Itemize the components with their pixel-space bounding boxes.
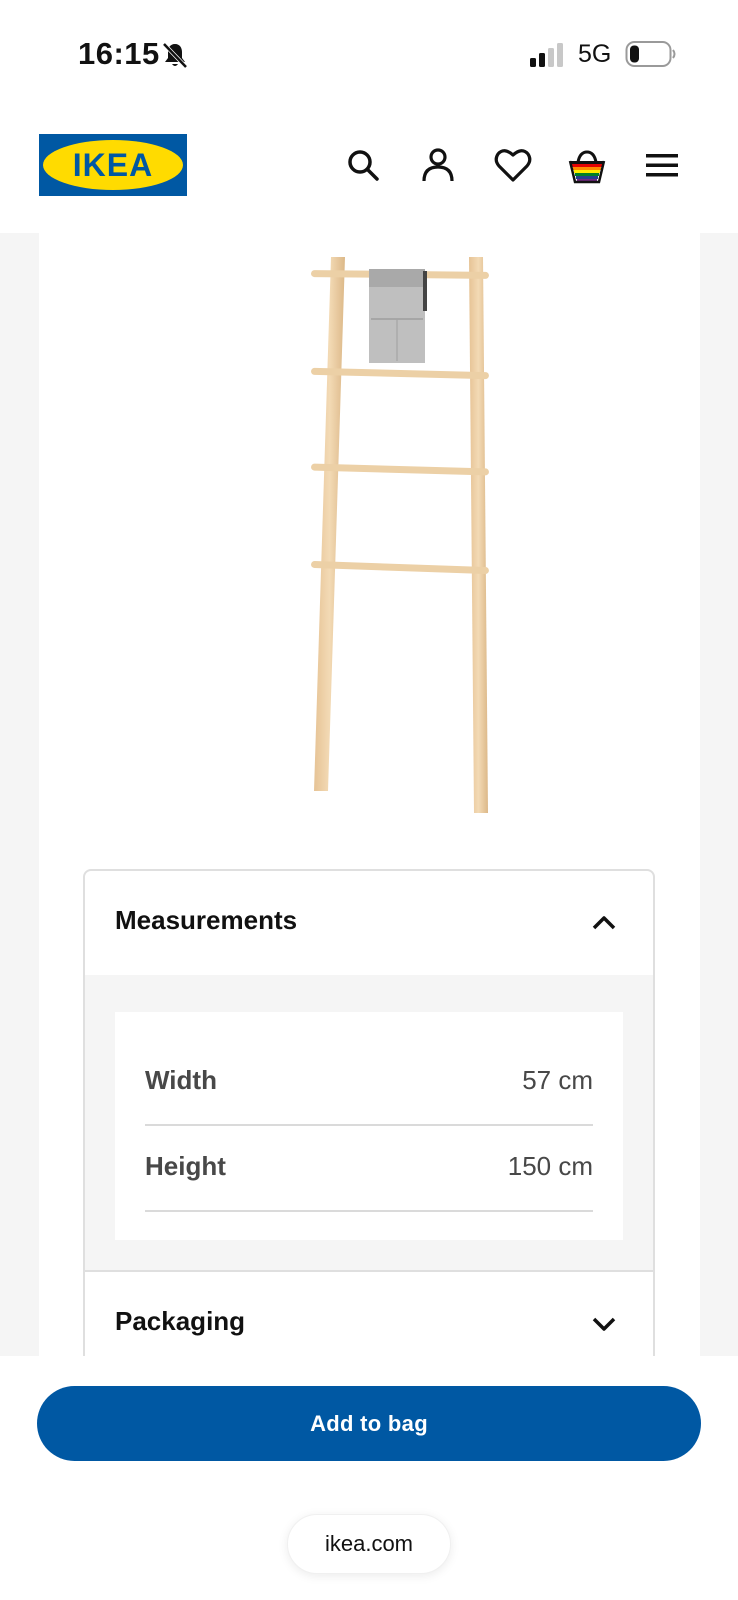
measurements-table: Width 57 cm Height 150 cm	[115, 1012, 623, 1240]
measurements-body: Width 57 cm Height 150 cm	[85, 975, 653, 1270]
account-icon[interactable]	[419, 146, 457, 184]
site-header: IKEA	[0, 110, 738, 233]
ikea-logo[interactable]: IKEA	[39, 134, 187, 196]
battery-icon	[625, 41, 676, 67]
measurement-label: Width	[145, 1065, 217, 1095]
status-time: 16:15	[78, 36, 160, 71]
browser-url-pill[interactable]: ikea.com	[287, 1514, 451, 1574]
menu-icon[interactable]	[643, 146, 681, 184]
status-bar: 16:15 5G	[0, 0, 738, 110]
add-to-bag-button[interactable]: Add to bag	[37, 1386, 701, 1461]
measurement-value: 150 cm	[507, 1151, 593, 1181]
measurements-title: Measurements	[115, 905, 298, 935]
measurement-row-height: Height 150 cm	[145, 1126, 593, 1212]
measurement-row-width: Width 57 cm	[145, 1040, 593, 1126]
towel-ladder-icon[interactable]	[259, 253, 489, 813]
measurement-label: Height	[145, 1151, 226, 1181]
content-card: Measurements Width 57 cm Height 150 cm P…	[39, 233, 700, 1356]
shopping-bag-icon[interactable]	[568, 146, 606, 184]
chevron-up-icon	[592, 916, 616, 930]
wishlist-heart-icon[interactable]	[494, 146, 532, 184]
measurements-header[interactable]: Measurements	[85, 871, 653, 975]
packaging-title: Packaging	[115, 1306, 246, 1336]
search-icon[interactable]	[344, 146, 382, 184]
bell-muted-icon	[162, 42, 188, 69]
measurement-value: 57 cm	[522, 1065, 593, 1095]
bottom-action-bar: Add to bag ikea.com	[0, 1356, 738, 1600]
network-label: 5G	[578, 40, 612, 68]
measurements-accordion: Measurements Width 57 cm Height 150 cm P…	[83, 869, 655, 1356]
svg-text:IKEA: IKEA	[73, 147, 153, 183]
signal-icon	[530, 43, 563, 67]
packaging-header[interactable]: Packaging	[85, 1272, 653, 1356]
chevron-down-icon	[592, 1317, 616, 1331]
